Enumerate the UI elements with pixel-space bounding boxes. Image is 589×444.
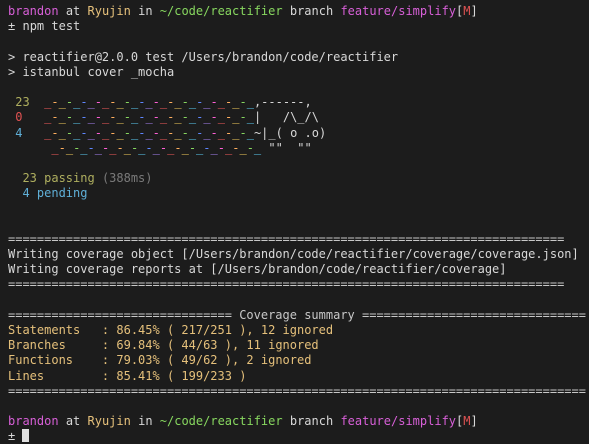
prompt-user: brandon [8,414,59,429]
prompt-branch: feature/simplify [340,414,457,429]
prompt-status-close: ] [470,414,478,429]
nyan-cat-row-1: ,------, [253,95,312,110]
prompt-status: M [463,414,471,429]
prompt-at: at [65,414,81,429]
coverage-label: Lines [8,368,102,383]
prompt-line-2: brandon at Ryujin in ~/code/reactifier b… [8,414,589,429]
nyan-pending-count: 4 [15,125,23,140]
npm-line-2: > istanbul cover _mocha [8,64,175,79]
prompt-status-close: ] [470,4,478,18]
terminal-cursor[interactable] [22,429,30,443]
prompt-symbol: ± [8,19,16,34]
prompt-branch-word: branch [289,4,334,18]
coverage-label: Statements [8,322,102,337]
prompt-branch-word: branch [289,414,334,429]
coverage-summary-header: =============================== Coverage… [8,307,586,322]
coverage-row-branches: Branches : 69.84% ( 44/63 ), 11 ignored [8,338,589,353]
coverage-value: : 69.84% ( 44/63 ), 11 ignored [101,338,319,353]
nyan-cat-row-3: ~|_( o .o) [253,125,327,140]
npm-line-1: > reactifier@2.0.0 test /Users/brandon/c… [8,49,399,64]
nyan-passing-count: 23 [15,95,30,110]
command-text: npm test [22,19,81,34]
pending-line: 4 pending [8,186,589,201]
prompt-user: brandon [8,4,59,18]
coverage-rule-top: ========================================… [8,231,565,246]
coverage-row-lines: Lines : 85.41% ( 199/233 ) [8,369,589,384]
prompt-path: ~/code/reactifier [159,4,283,18]
coverage-row-statements: Statements : 86.45% ( 217/251 ), 12 igno… [8,323,589,338]
coverage-value: : 85.41% ( 199/233 ) [101,368,247,383]
nyan-row-4: _-_-_-_-_-_-_-_-_-_-_-_-_-_-_ "" "" [51,140,312,155]
nyan-row-3: 4 _-_-_-_-_-_-_-_-_-_-_-_-_-_-_~|_( o .o… [15,125,327,140]
nyan-row-2: 0 _-_-_-_-_-_-_-_-_-_-_-_-_-_-_| /\_/\ [15,110,319,125]
prompt-host: Ryujin [87,414,131,429]
coverage-writing-2: Writing coverage reports at [/Users/bran… [8,262,507,277]
coverage-value: : 86.45% ( 217/251 ), 12 ignored [101,322,334,337]
passing-line: 23 passing (388ms) [8,171,589,186]
coverage-label: Branches [8,338,102,353]
coverage-rule-bottom: ========================================… [8,277,565,292]
input-line[interactable]: ± [8,429,589,444]
prompt-symbol: ± [8,429,16,444]
coverage-summary-footer: ========================================… [8,383,586,398]
coverage-writing-1: Writing coverage object [/Users/brandon/… [8,247,579,261]
nyan-cat-row-4: "" "" [268,140,312,155]
coverage-value: : 79.03% ( 49/62 ), 2 ignored [101,353,312,368]
prompt-path: ~/code/reactifier [159,414,283,429]
prompt-at: at [65,4,81,18]
prompt-line: brandon at Ryujin in ~/code/reactifier b… [8,4,589,19]
terminal-window[interactable]: brandon at Ryujin in ~/code/reactifier b… [0,0,589,443]
pending-text: 4 pending [22,186,88,201]
prompt-in: in [138,4,153,18]
prompt-status: M [463,4,471,18]
duration-text: (388ms) [101,171,153,186]
nyan-failing-count: 0 [15,110,23,125]
coverage-label: Functions [8,353,102,368]
prompt-in: in [138,414,153,429]
prompt-branch: feature/simplify [340,4,457,18]
nyan-cat-row-2: | /\_/\ [253,110,319,125]
coverage-row-functions: Functions : 79.03% ( 49/62 ), 2 ignored [8,353,589,368]
passing-text: 23 passing [22,171,95,186]
prompt-host: Ryujin [87,4,131,18]
nyan-row-1: 23 _-_-_-_-_-_-_-_-_-_-_-_-_-_-_,------, [15,95,312,110]
command-line: ± npm test [8,19,589,34]
